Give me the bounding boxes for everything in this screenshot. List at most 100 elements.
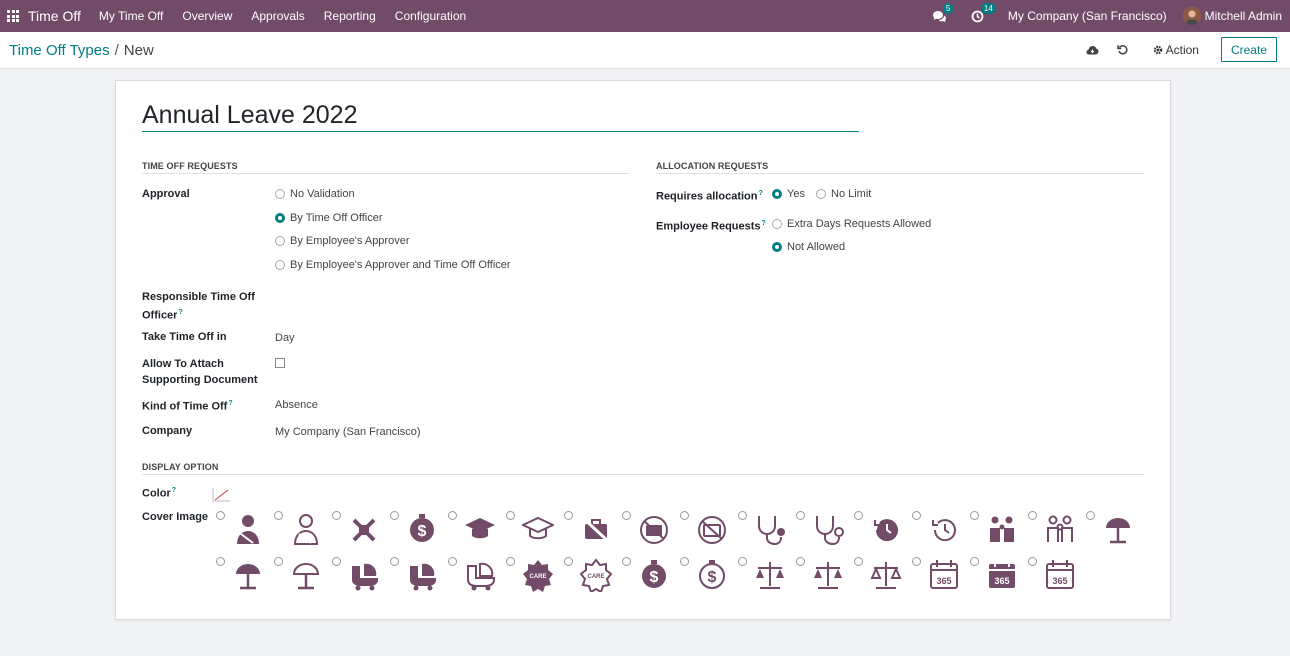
cover-image-option[interactable] [332, 555, 390, 601]
menu-my-time-off[interactable]: My Time Off [99, 9, 163, 23]
cover-image-option[interactable] [506, 509, 564, 555]
cover-image-radio[interactable] [622, 557, 631, 566]
cover-image-option[interactable] [854, 555, 912, 601]
cover-image-radio[interactable] [1028, 511, 1037, 520]
cover-image-option[interactable]: $ [680, 555, 738, 601]
cover-image-radio[interactable] [970, 557, 979, 566]
cover-image-radio[interactable] [448, 511, 457, 520]
cover-image-option[interactable] [274, 555, 332, 601]
cover-image-option[interactable]: CARE [506, 555, 564, 601]
company-switcher[interactable]: My Company (San Francisco) [1008, 9, 1167, 23]
cover-image-radio[interactable] [1028, 557, 1037, 566]
kind-of-time-off-field[interactable]: Absence [275, 399, 318, 411]
menu-overview[interactable]: Overview [182, 9, 232, 23]
cover-image-radio[interactable] [680, 511, 689, 520]
cover-image-option[interactable]: 365 [1028, 555, 1086, 601]
cover-image-option[interactable] [390, 555, 448, 601]
breadcrumb-time-off-types[interactable]: Time Off Types [9, 42, 110, 59]
cover-image-radio[interactable] [738, 557, 747, 566]
cover-image-option[interactable] [332, 509, 390, 555]
cover-image-radio[interactable] [738, 511, 747, 520]
take-time-off-field[interactable]: Day [275, 332, 295, 344]
cover-image-radio[interactable] [506, 557, 515, 566]
approval-by-employee-approver[interactable]: By Employee's Approver [275, 235, 410, 247]
radio-button-selected[interactable] [275, 213, 285, 223]
cover-image-option[interactable] [216, 555, 274, 601]
cover-image-option[interactable] [1086, 509, 1144, 555]
help-tooltip-icon[interactable]: ? [228, 400, 232, 407]
cover-image-radio[interactable] [796, 511, 805, 520]
name-input[interactable]: Annual Leave 2022 [142, 99, 859, 132]
cover-image-radio[interactable] [1086, 511, 1095, 520]
cover-image-radio[interactable] [912, 557, 921, 566]
radio-button[interactable] [275, 189, 285, 199]
cover-image-radio[interactable] [564, 557, 573, 566]
cover-image-radio[interactable] [274, 511, 283, 520]
radio-button-selected[interactable] [772, 189, 782, 199]
cover-image-option[interactable] [622, 509, 680, 555]
help-tooltip-icon[interactable]: ? [172, 487, 176, 494]
cover-image-option[interactable] [912, 509, 970, 555]
cover-image-option[interactable] [796, 509, 854, 555]
employee-requests-not-allowed[interactable]: Not Allowed [772, 241, 845, 253]
cover-image-radio[interactable] [216, 511, 225, 520]
cover-image-radio[interactable] [796, 557, 805, 566]
help-tooltip-icon[interactable]: ? [762, 220, 766, 227]
employee-requests-extra-days[interactable]: Extra Days Requests Allowed [772, 218, 931, 230]
cover-image-option[interactable] [448, 509, 506, 555]
discard-undo-icon[interactable] [1115, 42, 1131, 58]
create-button[interactable]: Create [1220, 37, 1277, 62]
cover-image-radio[interactable] [390, 557, 399, 566]
cover-image-option[interactable] [680, 509, 738, 555]
messaging-icon[interactable]: 5 [932, 3, 954, 24]
cover-image-option[interactable]: CARE [564, 555, 622, 601]
help-tooltip-icon[interactable]: ? [758, 190, 762, 197]
cover-image-radio[interactable] [854, 557, 863, 566]
cover-image-radio[interactable] [332, 511, 341, 520]
cover-image-radio[interactable] [332, 557, 341, 566]
cover-image-option[interactable]: $ [390, 509, 448, 555]
radio-button-selected[interactable] [772, 242, 782, 252]
app-name[interactable]: Time Off [28, 8, 81, 24]
approval-by-employee-approver-and-officer[interactable]: By Employee's Approver and Time Off Offi… [275, 259, 511, 271]
cover-image-option[interactable]: 365 [912, 555, 970, 601]
cover-image-option[interactable] [854, 509, 912, 555]
radio-button[interactable] [275, 260, 285, 270]
cover-image-option[interactable] [216, 509, 274, 555]
cover-image-option[interactable] [448, 555, 506, 601]
user-menu[interactable]: Mitchell Admin [1205, 9, 1282, 23]
cover-image-radio[interactable] [216, 557, 225, 566]
cover-image-option[interactable]: $ [622, 555, 680, 601]
save-cloud-icon[interactable] [1085, 42, 1101, 58]
cover-image-option[interactable] [738, 509, 796, 555]
requires-allocation-no-limit[interactable]: No Limit [816, 188, 871, 200]
cover-image-radio[interactable] [564, 511, 573, 520]
company-field[interactable]: My Company (San Francisco) [275, 426, 421, 438]
cover-image-radio[interactable] [274, 557, 283, 566]
allow-attach-checkbox[interactable] [275, 358, 285, 368]
radio-button[interactable] [772, 219, 782, 229]
cover-image-option[interactable] [738, 555, 796, 601]
menu-configuration[interactable]: Configuration [395, 9, 466, 23]
help-tooltip-icon[interactable]: ? [178, 309, 182, 316]
color-picker[interactable] [212, 488, 230, 502]
cover-image-option[interactable] [1028, 509, 1086, 555]
cover-image-radio[interactable] [448, 557, 457, 566]
cover-image-radio[interactable] [854, 511, 863, 520]
radio-button[interactable] [275, 236, 285, 246]
cover-image-radio[interactable] [622, 511, 631, 520]
cover-image-option[interactable] [796, 555, 854, 601]
menu-reporting[interactable]: Reporting [324, 9, 376, 23]
cover-image-radio[interactable] [970, 511, 979, 520]
cover-image-option[interactable]: 365 [970, 555, 1028, 601]
cover-image-option[interactable] [564, 509, 622, 555]
cover-image-radio[interactable] [390, 511, 399, 520]
responsible-officer-field[interactable] [275, 289, 615, 305]
cover-image-option[interactable] [274, 509, 332, 555]
cover-image-radio[interactable] [506, 511, 515, 520]
radio-button[interactable] [816, 189, 826, 199]
apps-menu-icon[interactable] [7, 10, 19, 22]
requires-allocation-yes[interactable]: Yes [772, 188, 805, 200]
cover-image-radio[interactable] [912, 511, 921, 520]
cover-image-radio[interactable] [680, 557, 689, 566]
